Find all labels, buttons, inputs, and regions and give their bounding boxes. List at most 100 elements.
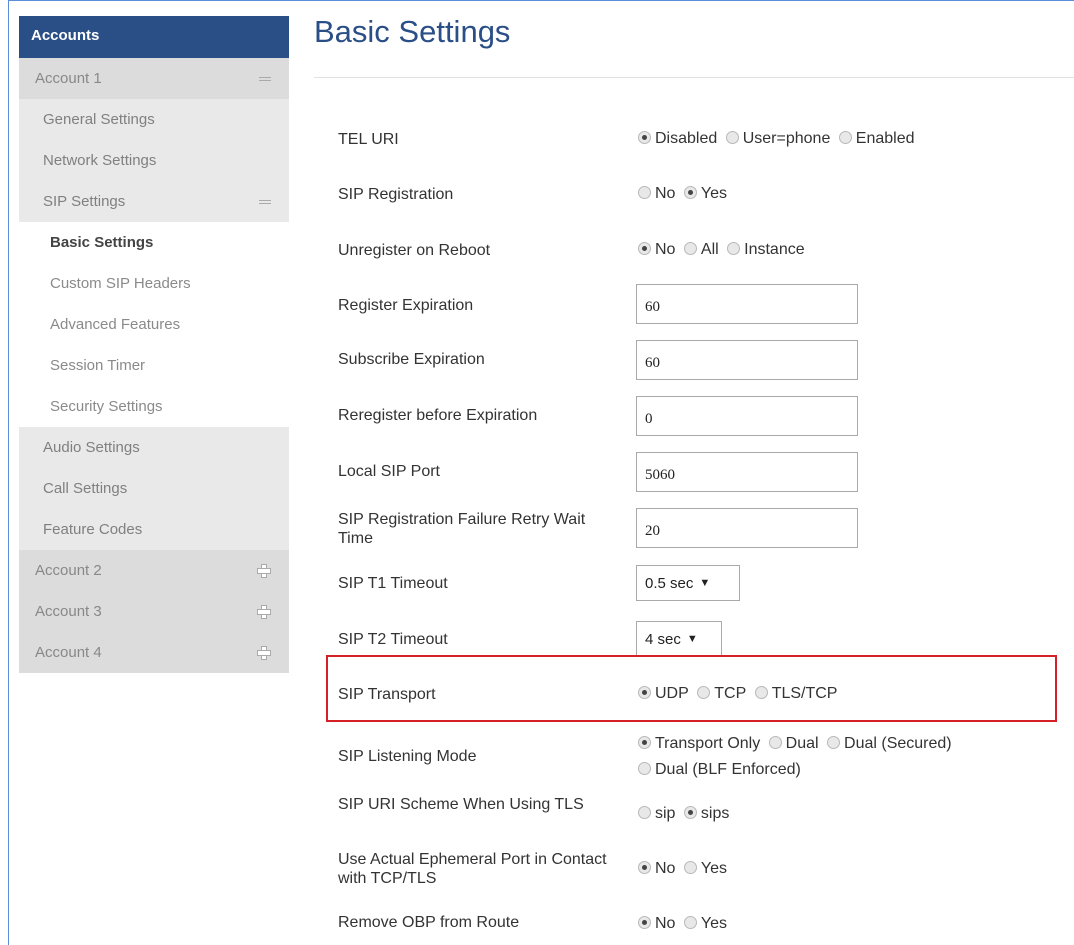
sidebar-item-sip-settings[interactable]: SIP Settings <box>19 181 289 222</box>
radio-button[interactable] <box>638 861 651 874</box>
radio-group: Disabled User=phone Enabled <box>638 130 919 148</box>
radio-button[interactable] <box>638 186 651 199</box>
sidebar-item-network-settings[interactable]: Network Settings <box>19 140 289 181</box>
subscribe-expiration-input[interactable]: 60 <box>636 340 858 380</box>
radio-button[interactable] <box>638 131 651 144</box>
radio-button[interactable] <box>683 861 697 874</box>
radio-button[interactable] <box>638 736 651 749</box>
radio-button[interactable] <box>638 686 651 699</box>
sidebar-item-account-3[interactable]: Account 3 <box>19 591 289 632</box>
radio-button[interactable] <box>754 686 768 699</box>
collapse-icon[interactable] <box>259 181 271 222</box>
sidebar-item-label: SIP Settings <box>43 193 126 210</box>
expand-icon[interactable] <box>257 605 271 619</box>
radio-button[interactable] <box>638 916 651 929</box>
divider <box>314 77 1074 78</box>
setting-label: TEL URI <box>338 131 399 148</box>
radio-button[interactable] <box>768 736 782 749</box>
radio-button[interactable] <box>683 242 697 255</box>
setting-label: Register Expiration <box>338 297 474 314</box>
sidebar-item-audio-settings[interactable]: Audio Settings <box>19 427 289 468</box>
sidebar-item-account-4[interactable]: Account 4 <box>19 632 289 673</box>
expand-icon[interactable] <box>257 646 271 660</box>
radio-label: Dual <box>785 735 819 752</box>
setting-label: SIP T2 Timeout <box>338 631 448 648</box>
radio-group: UDP TCP TLS/TCP <box>638 685 841 703</box>
retry-wait-time-input[interactable]: 20 <box>636 508 858 548</box>
radio-label: TLS/TCP <box>771 685 838 702</box>
sidebar-item-feature-codes[interactable]: Feature Codes <box>19 509 289 550</box>
radio-button[interactable] <box>683 186 697 199</box>
radio-label: Transport Only <box>655 735 761 752</box>
radio-label: sip <box>655 805 676 822</box>
radio-button[interactable] <box>638 806 651 819</box>
radio-button[interactable] <box>827 736 841 749</box>
collapse-icon[interactable] <box>259 58 271 99</box>
sidebar-item-advanced-features[interactable]: Advanced Features <box>19 304 289 345</box>
radio-group: Transport Only Dual Dual (Secured) <box>638 735 956 753</box>
radio-label: Dual (BLF Enforced) <box>655 761 801 778</box>
radio-label: No <box>655 860 676 877</box>
sidebar-item-account-1[interactable]: Account 1 <box>19 58 289 99</box>
setting-label: SIP URI Scheme When Using TLS <box>338 796 584 813</box>
sidebar: Accounts Account 1 General Settings Netw… <box>19 16 289 673</box>
radio-label: No <box>655 185 676 202</box>
local-sip-port-input[interactable]: 5060 <box>636 452 858 492</box>
radio-button[interactable] <box>727 242 741 255</box>
radio-button[interactable] <box>683 916 697 929</box>
sidebar-item-label: General Settings <box>43 111 155 128</box>
sidebar-item-label: Call Settings <box>43 480 128 497</box>
radio-button[interactable] <box>638 762 651 775</box>
sidebar-item-label: Basic Settings <box>50 234 154 251</box>
radio-group: No All Instance <box>638 241 809 259</box>
setting-label: SIP Listening Mode <box>338 748 477 765</box>
radio-button[interactable] <box>697 686 711 699</box>
register-expiration-input[interactable]: 60 <box>636 284 858 324</box>
radio-label: All <box>700 241 719 258</box>
sidebar-header: Accounts <box>19 16 289 58</box>
sidebar-item-basic-settings[interactable]: Basic Settings <box>19 222 289 263</box>
radio-label: TCP <box>714 685 747 702</box>
radio-label: Yes <box>700 915 728 932</box>
setting-label: SIP Transport <box>338 686 436 703</box>
radio-group: No Yes <box>638 185 731 203</box>
setting-label: Reregister before Expiration <box>338 407 538 424</box>
radio-group: sip sips <box>638 805 733 823</box>
setting-label: SIP T1 Timeout <box>338 575 448 592</box>
setting-label: SIP Registration <box>338 186 454 203</box>
radio-label: Dual (Secured) <box>844 735 952 752</box>
sidebar-item-security-settings[interactable]: Security Settings <box>19 386 289 427</box>
setting-label: Subscribe Expiration <box>338 351 485 368</box>
radio-button[interactable] <box>725 131 739 144</box>
sidebar-item-general-settings[interactable]: General Settings <box>19 99 289 140</box>
sidebar-item-label: Network Settings <box>43 152 157 169</box>
radio-label: Instance <box>744 241 805 258</box>
t2-timeout-select[interactable]: 4 sec ▼ <box>636 621 722 657</box>
sidebar-item-label: Security Settings <box>50 398 163 415</box>
radio-button[interactable] <box>838 131 852 144</box>
radio-button[interactable] <box>683 806 697 819</box>
dropdown-arrow-icon: ▼ <box>686 633 698 645</box>
t1-timeout-select[interactable]: 0.5 sec ▼ <box>636 565 740 601</box>
dropdown-arrow-icon: ▼ <box>699 577 711 589</box>
sidebar-item-call-settings[interactable]: Call Settings <box>19 468 289 509</box>
radio-label: Disabled <box>655 130 718 147</box>
sidebar-item-label: Account 2 <box>35 562 102 579</box>
reregister-before-expiration-input[interactable]: 0 <box>636 396 858 436</box>
setting-label: Unregister on Reboot <box>338 242 491 259</box>
setting-label: Local SIP Port <box>338 463 440 480</box>
radio-group: No Yes <box>638 860 731 878</box>
radio-label: No <box>655 241 676 258</box>
select-value: 0.5 sec <box>645 575 694 592</box>
sidebar-item-custom-sip-headers[interactable]: Custom SIP Headers <box>19 263 289 304</box>
radio-label: Yes <box>700 860 728 877</box>
radio-button[interactable] <box>638 242 651 255</box>
sidebar-item-account-2[interactable]: Account 2 <box>19 550 289 591</box>
setting-label: Use Actual Ephemeral Port in Contact wit… <box>338 851 607 887</box>
radio-label: No <box>655 915 676 932</box>
radio-group: Dual (BLF Enforced) <box>638 761 805 779</box>
setting-label: Remove OBP from Route <box>338 914 520 931</box>
expand-icon[interactable] <box>257 564 271 578</box>
sidebar-item-session-timer[interactable]: Session Timer <box>19 345 289 386</box>
radio-label: Yes <box>700 185 728 202</box>
